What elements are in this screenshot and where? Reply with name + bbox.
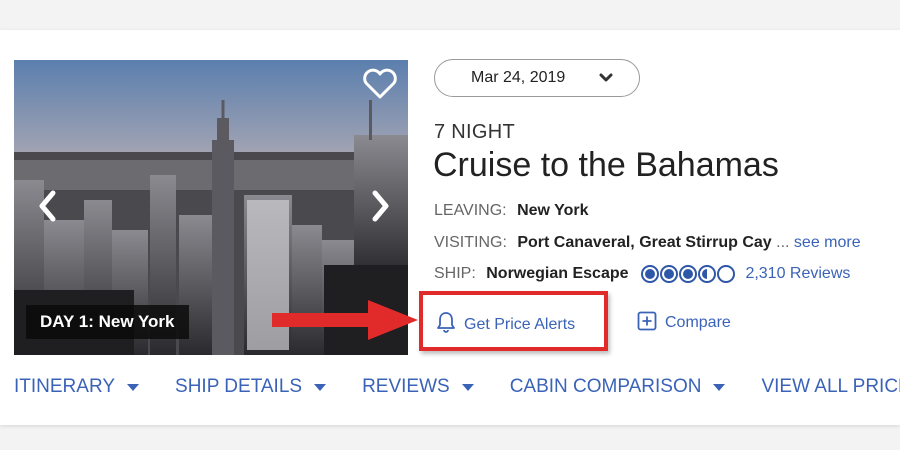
see-more-link[interactable]: see more xyxy=(794,234,861,251)
visiting-row: VISITING: Port Canaveral, Great Stirrup … xyxy=(434,234,861,252)
leaving-row: LEAVING: New York xyxy=(434,202,589,220)
caret-down-icon xyxy=(314,383,327,391)
heart-icon[interactable] xyxy=(362,68,398,100)
tab-label: ITINERARY xyxy=(14,376,116,397)
previous-image-arrow-icon[interactable] xyxy=(36,188,60,224)
compare-label: Compare xyxy=(665,314,731,331)
chevron-down-icon xyxy=(599,73,613,82)
ship-label: SHIP: xyxy=(434,265,476,283)
visiting-label: VISITING: xyxy=(434,234,507,251)
tab-cabin-comparison[interactable]: CABIN COMPARISON xyxy=(510,376,726,398)
caret-down-icon xyxy=(127,383,140,391)
price-alerts-label: Get Price Alerts xyxy=(464,316,576,333)
leaving-label: LEAVING: xyxy=(434,202,507,219)
compare-button[interactable]: Compare xyxy=(637,311,731,332)
tab-label: SHIP DETAILS xyxy=(175,376,303,397)
caret-down-icon xyxy=(713,383,726,391)
get-price-alerts-button[interactable]: Get Price Alerts xyxy=(436,311,575,334)
caret-down-icon xyxy=(461,383,474,391)
ship-row: SHIP: Norwegian Escape 2,310 Reviews xyxy=(434,264,850,284)
tab-label: REVIEWS xyxy=(362,376,450,397)
next-image-arrow-icon[interactable] xyxy=(368,188,392,224)
day-label: DAY 1: New York xyxy=(26,305,189,339)
tab-label: VIEW ALL PRICES xyxy=(761,376,900,397)
tab-label: CABIN COMPARISON xyxy=(509,376,702,397)
tab-itinerary[interactable]: ITINERARY xyxy=(14,376,140,398)
plus-square-icon xyxy=(637,311,657,331)
reviews-link[interactable]: 2,310 Reviews xyxy=(745,265,850,282)
visiting-value: Port Canaveral, Great Stirrup Cay xyxy=(517,234,772,251)
cruise-length: 7 NIGHT xyxy=(434,121,515,143)
ship-value: Norwegian Escape xyxy=(486,265,629,283)
cruise-title: Cruise to the Bahamas xyxy=(433,146,779,184)
visiting-ellipsis: ... xyxy=(776,234,790,251)
cruise-card: DAY 1: New York Mar 24, 2019 7 NIGHT Cru… xyxy=(0,30,900,425)
highlight-arrow xyxy=(272,300,418,340)
tab-ship-details[interactable]: SHIP DETAILS xyxy=(175,376,327,398)
tab-reviews[interactable]: REVIEWS xyxy=(362,376,474,398)
detail-tabs: ITINERARY SHIP DETAILS REVIEWS CABIN COM… xyxy=(14,376,900,398)
sail-date-value: Mar 24, 2019 xyxy=(471,69,566,86)
rating-circles xyxy=(640,265,735,283)
bell-icon xyxy=(437,312,455,333)
sail-date-select[interactable]: Mar 24, 2019 xyxy=(434,59,640,97)
tab-view-all-prices[interactable]: VIEW ALL PRICES xyxy=(761,376,900,398)
leaving-value: New York xyxy=(517,202,589,219)
